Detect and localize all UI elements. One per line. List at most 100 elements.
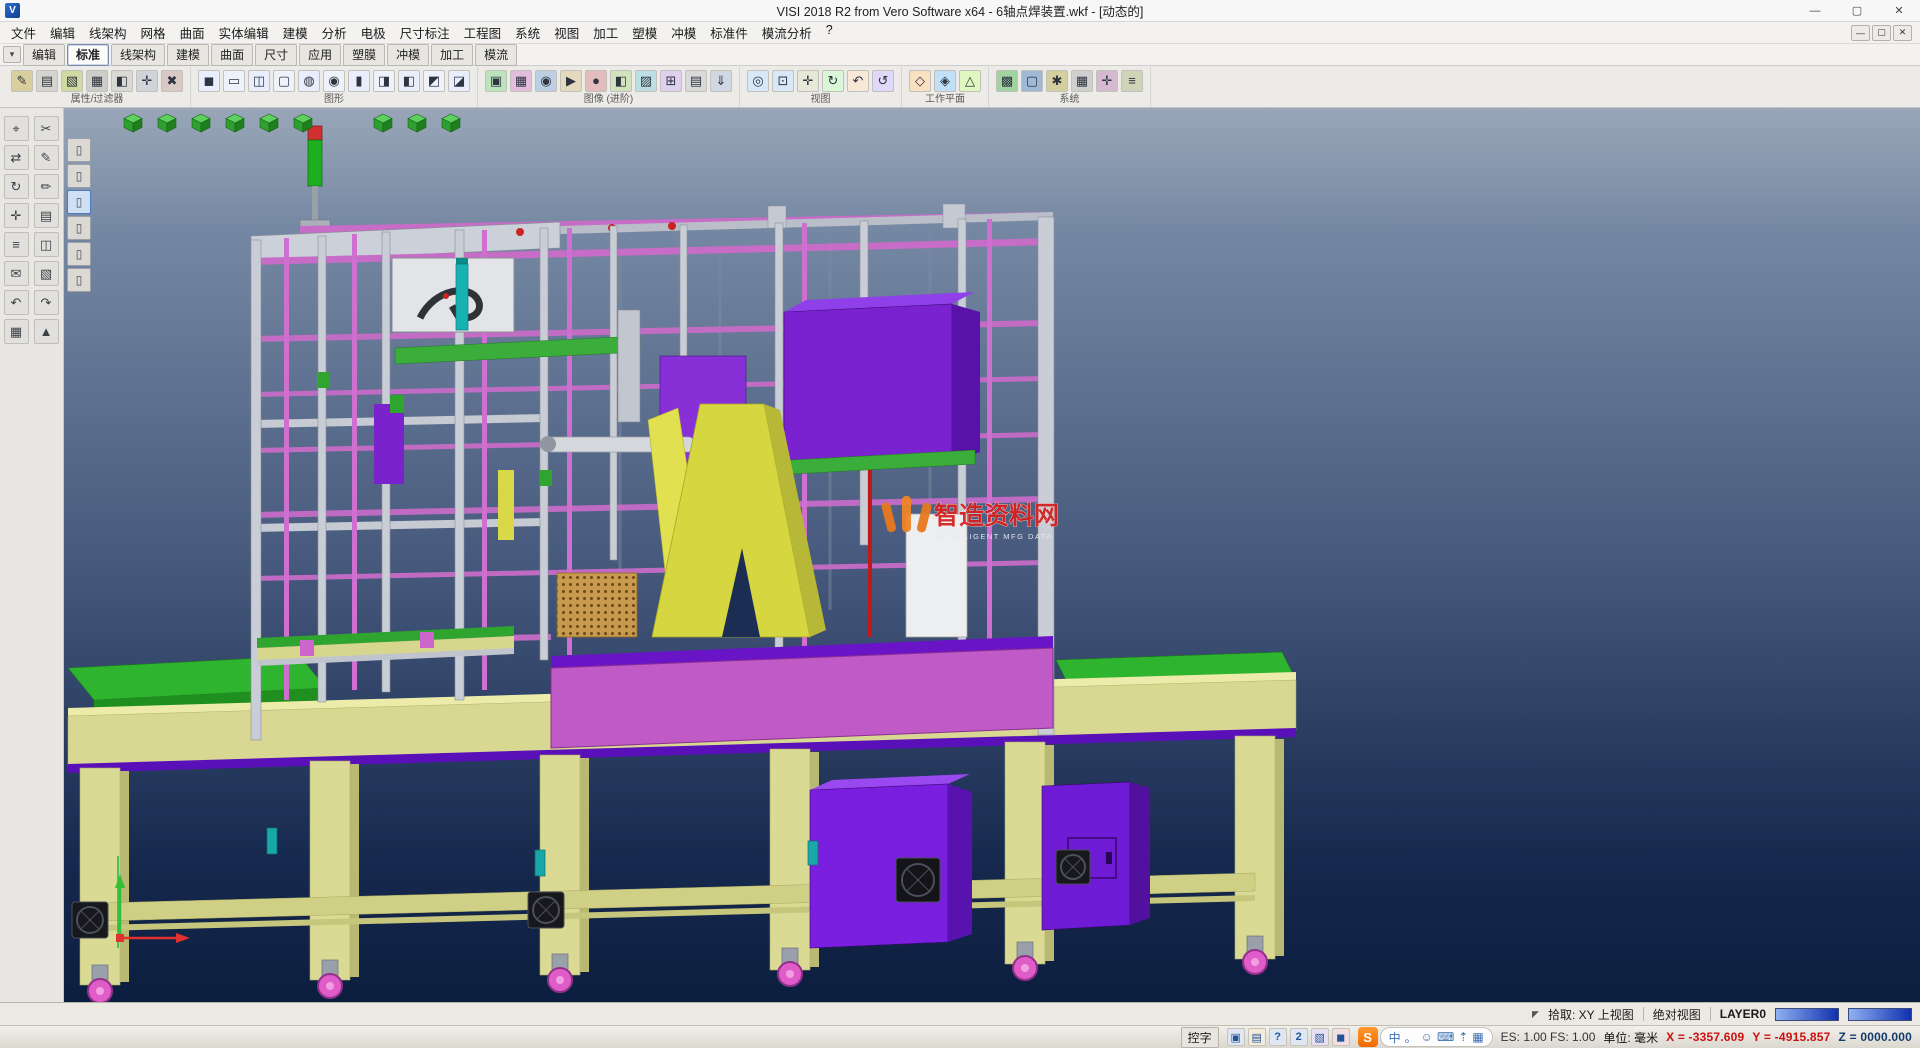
sketch-icon[interactable]: ✎ bbox=[34, 145, 59, 170]
workplane-standard-icon[interactable]: ◇ bbox=[909, 70, 931, 92]
menu-item[interactable]: 建模 bbox=[276, 21, 315, 44]
ime-logo-icon[interactable]: S bbox=[1358, 1027, 1378, 1047]
capture-icon[interactable]: ◉ bbox=[535, 70, 557, 92]
settings-icon[interactable]: ✱ bbox=[1046, 70, 1068, 92]
view-back-icon[interactable] bbox=[224, 113, 246, 133]
ime-keyboard-icon[interactable]: ⌨ bbox=[1437, 1030, 1454, 1044]
menu-item[interactable]: 分析 bbox=[315, 21, 354, 44]
close-button[interactable]: ✕ bbox=[1878, 0, 1920, 21]
menu-item[interactable]: 线架构 bbox=[82, 21, 134, 44]
pick-toggle[interactable]: 控字 bbox=[1181, 1027, 1219, 1048]
shaded-mode-icon[interactable]: ◼ bbox=[198, 70, 220, 92]
half-shade-icon[interactable]: ◨ bbox=[373, 70, 395, 92]
color-filter-icon[interactable]: ▧ bbox=[61, 70, 83, 92]
flag-icon[interactable]: ▲ bbox=[34, 319, 59, 344]
annotate-icon[interactable]: ✏ bbox=[34, 174, 59, 199]
background-icon[interactable]: ▨ bbox=[635, 70, 657, 92]
menu-item[interactable]: ? bbox=[819, 21, 840, 44]
viewport-preset-button-5[interactable]: ▯ bbox=[67, 242, 91, 266]
clear-filter-icon[interactable]: ✖ bbox=[161, 70, 183, 92]
help-icon[interactable]: ? bbox=[1269, 1028, 1287, 1046]
doc-close-button[interactable]: ✕ bbox=[1893, 25, 1912, 41]
viewport-preset-button-3[interactable]: ▯ bbox=[67, 190, 91, 214]
attributes-icon[interactable]: ✎ bbox=[11, 70, 33, 92]
texture-icon[interactable]: ▦ bbox=[510, 70, 532, 92]
export-image-icon[interactable]: ⇓ bbox=[710, 70, 732, 92]
notification-count[interactable]: 2 bbox=[1290, 1028, 1308, 1046]
color-swatch-secondary[interactable] bbox=[1848, 1008, 1912, 1021]
highlight-icon[interactable]: ◉ bbox=[323, 70, 345, 92]
workplane-align-icon[interactable]: ◈ bbox=[934, 70, 956, 92]
ribbon-tab[interactable]: 建模 bbox=[167, 44, 209, 66]
previous-view-icon[interactable]: ↶ bbox=[847, 70, 869, 92]
monitor-icon[interactable]: ▢ bbox=[1021, 70, 1043, 92]
layer-filter-icon[interactable]: ▤ bbox=[36, 70, 58, 92]
package-icon[interactable]: ◼ bbox=[1332, 1028, 1350, 1046]
ribbon-tab[interactable]: 加工 bbox=[431, 44, 473, 66]
view-mode-label[interactable]: 绝对视图 bbox=[1653, 1006, 1701, 1023]
layer-label[interactable]: LAYER0 bbox=[1720, 1007, 1766, 1021]
multiview-icon[interactable]: ⊞ bbox=[660, 70, 682, 92]
color-swatch-primary[interactable] bbox=[1775, 1008, 1839, 1021]
view-dimetric-icon[interactable] bbox=[406, 113, 428, 133]
menu-item[interactable]: 塑模 bbox=[625, 21, 664, 44]
animation-icon[interactable]: ▶ bbox=[560, 70, 582, 92]
wireframe-mode-icon[interactable]: ▭ bbox=[223, 70, 245, 92]
edge-display-icon[interactable]: ◧ bbox=[398, 70, 420, 92]
view-front-icon[interactable] bbox=[190, 113, 212, 133]
mirror-icon[interactable]: ◫ bbox=[34, 232, 59, 257]
rotate-view-icon[interactable]: ↻ bbox=[822, 70, 844, 92]
grid-icon[interactable]: ▦ bbox=[4, 319, 29, 344]
units-label[interactable]: 单位: 毫米 bbox=[1603, 1029, 1658, 1046]
ime-emoji-icon[interactable]: ☺ bbox=[1421, 1030, 1433, 1044]
menu-item[interactable]: 冲模 bbox=[664, 21, 703, 44]
trim-icon[interactable]: ✂ bbox=[34, 116, 59, 141]
ribbon-tab[interactable]: 编辑 bbox=[23, 44, 65, 66]
view-iso-icon[interactable] bbox=[122, 113, 144, 133]
ribbon-tab[interactable]: 曲面 bbox=[211, 44, 253, 66]
compare-icon[interactable]: ◧ bbox=[610, 70, 632, 92]
print-icon[interactable]: ▤ bbox=[685, 70, 707, 92]
view-right-icon[interactable] bbox=[292, 113, 314, 133]
snap-settings-icon[interactable]: ✛ bbox=[1096, 70, 1118, 92]
element-filter-icon[interactable]: ▦ bbox=[86, 70, 108, 92]
view-top-icon[interactable] bbox=[156, 113, 178, 133]
model-canvas[interactable]: 智造资料网 INTELLIGENT MFG DATA bbox=[64, 108, 1920, 1002]
ribbon-tab[interactable]: 模流 bbox=[475, 44, 517, 66]
move-icon[interactable]: ⇄ bbox=[4, 145, 29, 170]
undo-icon[interactable]: ↶ bbox=[4, 290, 29, 315]
screenshot-icon[interactable]: ▣ bbox=[1227, 1028, 1245, 1046]
grid-settings-icon[interactable]: ▦ bbox=[1071, 70, 1093, 92]
pan-view-icon[interactable]: ✛ bbox=[797, 70, 819, 92]
ribbon-tab[interactable]: 线架构 bbox=[111, 44, 165, 66]
selection-mask-icon[interactable]: ◧ bbox=[111, 70, 133, 92]
backface-icon[interactable]: ◪ bbox=[448, 70, 470, 92]
zoom-window-icon[interactable]: ⊡ bbox=[772, 70, 794, 92]
menu-item[interactable]: 模流分析 bbox=[755, 21, 819, 44]
view-bottom-icon[interactable] bbox=[440, 113, 462, 133]
zoom-all-icon[interactable]: ◎ bbox=[747, 70, 769, 92]
menu-item[interactable]: 编辑 bbox=[43, 21, 82, 44]
ime-up-icon[interactable]: ⇡ bbox=[1458, 1030, 1468, 1044]
viewport-preset-button-2[interactable]: ▯ bbox=[67, 164, 91, 188]
cylinder-display-icon[interactable]: ▮ bbox=[348, 70, 370, 92]
quick-select-icon[interactable]: ✛ bbox=[136, 70, 158, 92]
ribbon-tab[interactable]: 塑膜 bbox=[343, 44, 385, 66]
viewport-preset-button-4[interactable]: ▯ bbox=[67, 216, 91, 240]
viewport-preset-button-1[interactable]: ▯ bbox=[67, 138, 91, 162]
dynamic-rotate-icon[interactable]: ↺ bbox=[872, 70, 894, 92]
paint-icon[interactable]: ▧ bbox=[34, 261, 59, 286]
rotate-icon[interactable]: ↻ bbox=[4, 174, 29, 199]
ime-grid-icon[interactable]: ▦ bbox=[1472, 1030, 1483, 1044]
layer-manager-icon[interactable]: ▩ bbox=[996, 70, 1018, 92]
paint-tray-icon[interactable]: ▧ bbox=[1311, 1028, 1329, 1046]
menu-item[interactable]: 尺寸标注 bbox=[393, 21, 457, 44]
section-view-icon[interactable]: ◍ bbox=[298, 70, 320, 92]
maximize-button[interactable]: ▢ bbox=[1836, 0, 1878, 21]
workplane-free-icon[interactable]: △ bbox=[959, 70, 981, 92]
view-axonometric-icon[interactable] bbox=[372, 113, 394, 133]
menu-item[interactable]: 实体编辑 bbox=[212, 21, 276, 44]
ribbon-tab[interactable]: 标准 bbox=[67, 44, 109, 66]
doc-restore-button[interactable]: ▢ bbox=[1872, 25, 1891, 41]
menu-item[interactable]: 文件 bbox=[4, 21, 43, 44]
